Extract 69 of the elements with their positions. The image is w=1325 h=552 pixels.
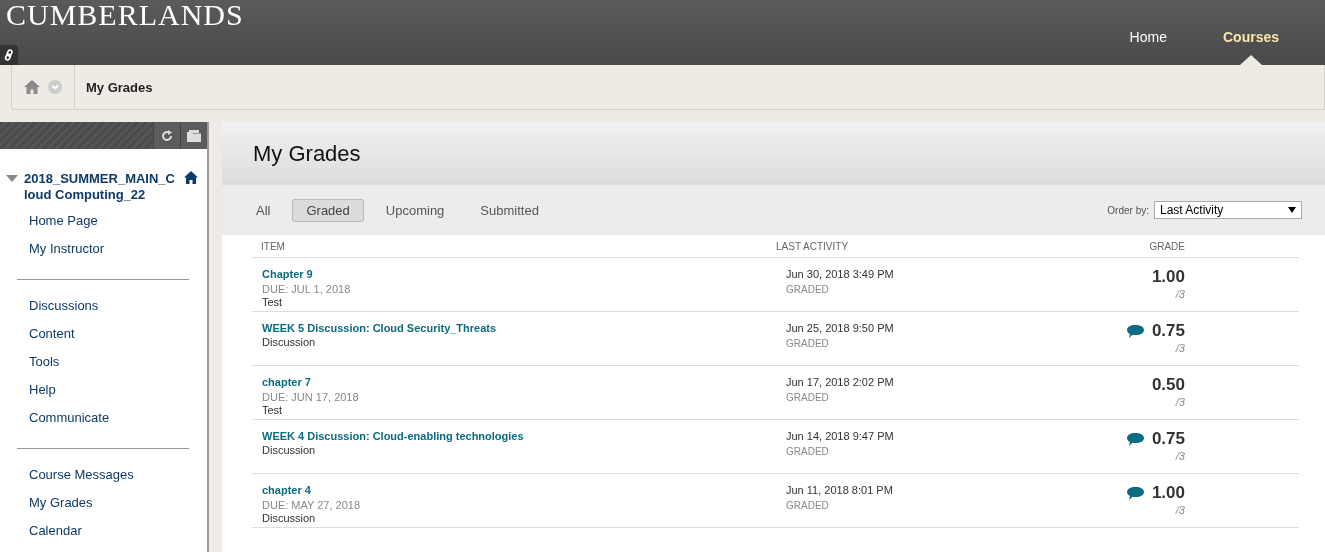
item-type: Discussion xyxy=(262,444,317,457)
activity-date: Jun 11, 2018 8:01 PM xyxy=(786,483,893,498)
item-type: Test xyxy=(262,296,284,309)
nav-tab[interactable]: Home xyxy=(1101,29,1195,65)
speech-bubble-icon[interactable] xyxy=(1126,486,1144,500)
refresh-button[interactable] xyxy=(153,122,180,149)
filter-tab[interactable]: All xyxy=(255,198,285,222)
activity-status: GRADED xyxy=(786,499,829,513)
grade-value: 0.75 xyxy=(1151,429,1185,449)
item-link[interactable]: WEEK 5 Discussion: Cloud Security_Threats xyxy=(262,321,776,336)
activity-status: GRADED xyxy=(786,283,829,297)
sidebar-link[interactable]: My Grades xyxy=(0,489,207,517)
filter-tab[interactable]: Upcoming xyxy=(371,198,459,222)
item-link[interactable]: chapter 7 xyxy=(262,375,776,390)
grade-max: /3 xyxy=(1175,503,1185,517)
grade-max: /3 xyxy=(1175,341,1185,355)
activity-date: Jun 17, 2018 2:02 PM xyxy=(786,375,894,390)
sidebar-link[interactable]: Home Page xyxy=(0,207,207,235)
grade-value: 1.00 xyxy=(1151,483,1185,503)
sidebar-link[interactable]: Content xyxy=(0,320,207,348)
sidebar-link[interactable]: Communicate xyxy=(0,404,207,432)
column-header: LAST ACTIVITY xyxy=(776,240,850,252)
page-title: My Grades xyxy=(253,140,361,167)
grade-value: 0.75 xyxy=(1151,321,1185,341)
refresh-icon xyxy=(161,129,173,142)
folder-button[interactable] xyxy=(180,122,207,149)
due-date: DUE: MAY 27, 2018 xyxy=(262,498,362,512)
column-header: GRADE xyxy=(1148,240,1186,252)
speech-bubble-icon[interactable] xyxy=(1126,432,1144,446)
filter-tab[interactable]: Submitted xyxy=(466,198,553,222)
grade-max: /3 xyxy=(1175,449,1185,463)
item-link[interactable]: Chapter 9 xyxy=(262,267,776,282)
order-by-label: Order by: xyxy=(1107,204,1149,216)
grade-max: /3 xyxy=(1175,287,1185,301)
nav-tab[interactable]: Courses xyxy=(1194,29,1307,65)
activity-status: GRADED xyxy=(786,391,829,405)
sidebar-link[interactable]: Discussions xyxy=(0,292,207,320)
home-icon[interactable] xyxy=(184,171,198,184)
breadcrumb-current: My Grades xyxy=(85,79,153,95)
item-type: Discussion xyxy=(262,512,317,525)
collapse-triangle-icon[interactable] xyxy=(6,175,18,183)
grade-value: 0.50 xyxy=(1151,375,1185,395)
sidebar-link[interactable]: My Instructor xyxy=(0,235,207,263)
item-type: Test xyxy=(262,404,284,417)
caret-icon xyxy=(1288,207,1296,213)
item-link[interactable]: chapter 4 xyxy=(262,483,776,498)
due-date: DUE: JUN 17, 2018 xyxy=(262,390,360,404)
course-title[interactable]: 2018_SUMMER_MAIN_Cloud Computing_22 xyxy=(24,171,178,203)
activity-date: Jun 25, 2018 9:50 PM xyxy=(786,321,894,336)
filter-tab[interactable]: Graded xyxy=(292,198,364,222)
folder-icon xyxy=(187,129,201,142)
sidebar-link[interactable]: Help xyxy=(0,376,207,404)
column-header: ITEM xyxy=(260,240,286,252)
speech-bubble-icon[interactable] xyxy=(1126,324,1144,338)
grade-max: /3 xyxy=(1175,395,1185,409)
activity-date: Jun 30, 2018 3:49 PM xyxy=(786,267,894,282)
activity-status: GRADED xyxy=(786,337,829,351)
sidebar-link[interactable]: Course Messages xyxy=(0,461,207,489)
order-by-dropdown[interactable]: Last Activity xyxy=(1154,201,1302,219)
grade-value: 1.00 xyxy=(1151,267,1185,287)
due-date: DUE: JUL 1, 2018 xyxy=(262,282,352,296)
activity-status: GRADED xyxy=(786,445,829,459)
activity-date: Jun 14, 2018 9:47 PM xyxy=(786,429,894,444)
logo-text: CUMBERLANDS xyxy=(6,0,244,30)
item-link[interactable]: WEEK 4 Discussion: Cloud-enabling technologies xyxy=(262,429,776,444)
item-type: Discussion xyxy=(262,336,317,349)
sidebar-link[interactable]: Tools xyxy=(0,348,207,376)
sidebar-link[interactable]: Calendar xyxy=(0,517,207,545)
link-icon[interactable] xyxy=(0,45,18,65)
